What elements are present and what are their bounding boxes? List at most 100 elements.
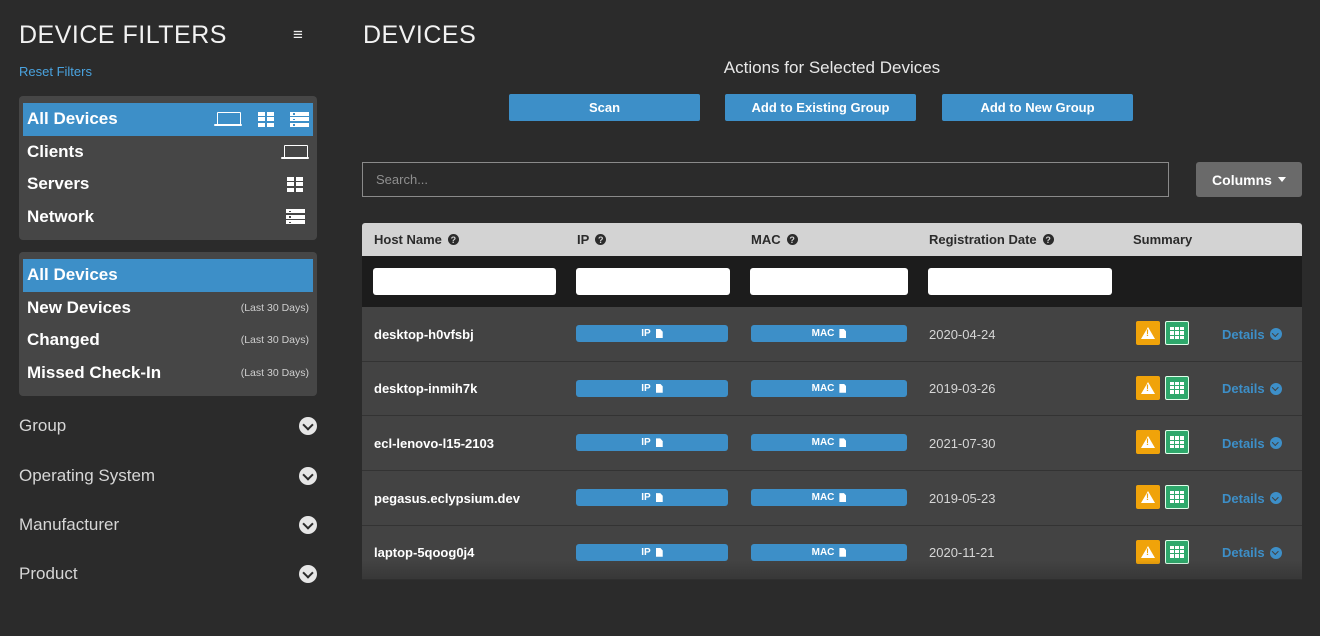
warning-summary-button[interactable]	[1136, 539, 1160, 564]
host-name-filter-input[interactable]	[373, 268, 556, 295]
table-body: desktop-h0vfsbj IP MAC 2020-04-24 Detail…	[362, 307, 1302, 581]
table-row[interactable]: laptop-5qoog0j4 IP MAC 2020-11-21 Detail…	[362, 525, 1302, 581]
host-name: laptop-5qoog0j4	[374, 545, 475, 561]
grid-icon	[1170, 491, 1184, 504]
devices-table: Host Name ? IP ? MAC ? Registration Date…	[362, 223, 1302, 581]
section-label: Group	[19, 416, 67, 435]
header-ip[interactable]: IP ?	[577, 223, 607, 256]
host-name: desktop-h0vfsbj	[374, 326, 474, 342]
warning-icon	[1141, 327, 1155, 339]
add-to-new-group-button[interactable]: Add to New Group	[942, 94, 1133, 121]
section-label: Operating System	[19, 466, 156, 485]
document-icon	[655, 547, 663, 557]
filter-label: Missed Check-In	[27, 362, 162, 382]
network-icon	[286, 209, 305, 225]
filter-note: (Last 30 Days)	[240, 334, 309, 347]
header-label: Summary	[1133, 232, 1193, 247]
details-label: Details	[1222, 545, 1265, 561]
menu-icon[interactable]: ≡	[293, 25, 303, 45]
warning-icon	[1141, 491, 1155, 504]
section-product[interactable]: Product	[19, 559, 317, 589]
network-icons	[286, 209, 305, 225]
help-icon[interactable]: ?	[786, 234, 798, 245]
time-filter-panel: All Devices New Devices (Last 30 Days) C…	[19, 252, 317, 396]
section-manufacturer[interactable]: Manufacturer	[19, 510, 317, 540]
ip-label: IP	[641, 437, 651, 449]
registration-date-filter-input[interactable]	[928, 268, 1112, 295]
details-link[interactable]: Details	[1222, 526, 1282, 580]
filter-network[interactable]: Network	[23, 201, 313, 234]
column-filter-row	[362, 256, 1302, 307]
ip-button[interactable]: IP	[576, 543, 728, 561]
ip-button[interactable]: IP	[576, 325, 728, 342]
help-icon[interactable]: ?	[447, 234, 459, 245]
mac-button[interactable]: MAC	[751, 379, 907, 397]
filter-label: Network	[27, 206, 95, 226]
mac-button[interactable]: MAC	[751, 543, 907, 561]
grid-summary-button[interactable]	[1165, 539, 1189, 564]
mac-button[interactable]: MAC	[751, 434, 907, 452]
mac-filter-input[interactable]	[750, 268, 908, 295]
details-link[interactable]: Details	[1222, 471, 1282, 525]
help-icon[interactable]: ?	[595, 234, 607, 245]
mac-button[interactable]: MAC	[751, 325, 907, 342]
header-mac[interactable]: MAC ?	[751, 223, 798, 256]
details-link[interactable]: Details	[1222, 416, 1282, 470]
filter-new-devices[interactable]: New Devices (Last 30 Days)	[23, 292, 313, 325]
columns-button[interactable]: Columns	[1196, 162, 1302, 197]
laptop-icon	[214, 112, 242, 127]
grid-summary-button[interactable]	[1165, 375, 1189, 400]
filter-all-devices-time[interactable]: All Devices	[23, 259, 313, 292]
reset-filters-link[interactable]: Reset Filters	[19, 64, 92, 79]
grid-icon	[1170, 436, 1184, 449]
grid-summary-button[interactable]	[1165, 321, 1189, 345]
registration-date: 2020-11-21	[929, 545, 995, 561]
filter-label: All Devices	[27, 109, 118, 129]
details-link[interactable]: Details	[1222, 362, 1282, 416]
ip-filter-input[interactable]	[576, 268, 730, 295]
warning-summary-button[interactable]	[1136, 375, 1160, 400]
warning-icon	[1141, 545, 1155, 558]
grid-summary-button[interactable]	[1165, 485, 1189, 510]
help-icon[interactable]: ?	[1042, 234, 1054, 245]
ip-button[interactable]: IP	[576, 434, 728, 452]
header-registration-date[interactable]: Registration Date ?	[929, 223, 1054, 256]
section-group[interactable]: Group	[19, 411, 317, 441]
filter-servers[interactable]: Servers	[23, 168, 313, 201]
header-label: MAC	[751, 232, 781, 247]
filter-changed[interactable]: Changed (Last 30 Days)	[23, 324, 313, 357]
search-input[interactable]	[362, 162, 1169, 197]
grid-icon	[1170, 381, 1184, 394]
server-icon	[287, 176, 303, 192]
table-row[interactable]: ecl-lenovo-l15-2103 IP MAC 2021-07-30 De…	[362, 416, 1302, 472]
chevron-down-icon	[299, 467, 317, 485]
ip-button[interactable]: IP	[576, 379, 728, 397]
filter-label: Changed	[27, 330, 100, 350]
table-row[interactable]: desktop-h0vfsbj IP MAC 2020-04-24 Detail…	[362, 307, 1302, 362]
header-summary: Summary	[1133, 223, 1192, 256]
ip-button[interactable]: IP	[576, 489, 728, 507]
host-name: ecl-lenovo-l15-2103	[374, 435, 494, 451]
registration-date: 2019-05-23	[929, 490, 996, 506]
document-icon	[655, 383, 663, 393]
document-icon	[655, 329, 663, 338]
details-link[interactable]: Details	[1222, 307, 1282, 361]
warning-summary-button[interactable]	[1136, 321, 1160, 345]
filter-clients[interactable]: Clients	[23, 136, 313, 169]
section-operating-system[interactable]: Operating System	[19, 461, 317, 491]
filter-all-devices-type[interactable]: All Devices	[23, 103, 313, 136]
registration-date: 2020-04-24	[929, 326, 996, 342]
grid-summary-button[interactable]	[1165, 430, 1189, 455]
laptop-icon	[281, 144, 309, 159]
scan-button[interactable]: Scan	[509, 94, 700, 121]
document-icon	[655, 493, 663, 503]
warning-summary-button[interactable]	[1136, 485, 1160, 510]
table-row[interactable]: desktop-inmih7k IP MAC 2019-03-26 Detail…	[362, 361, 1302, 417]
warning-summary-button[interactable]	[1136, 430, 1160, 455]
mac-button[interactable]: MAC	[751, 489, 907, 507]
add-to-existing-group-button[interactable]: Add to Existing Group	[725, 94, 916, 121]
table-row[interactable]: pegasus.eclypsium.dev IP MAC 2019-05-23 …	[362, 471, 1302, 526]
grid-icon	[1170, 327, 1184, 339]
header-host-name[interactable]: Host Name ?	[374, 223, 459, 256]
filter-missed-check-in[interactable]: Missed Check-In (Last 30 Days)	[23, 357, 313, 390]
